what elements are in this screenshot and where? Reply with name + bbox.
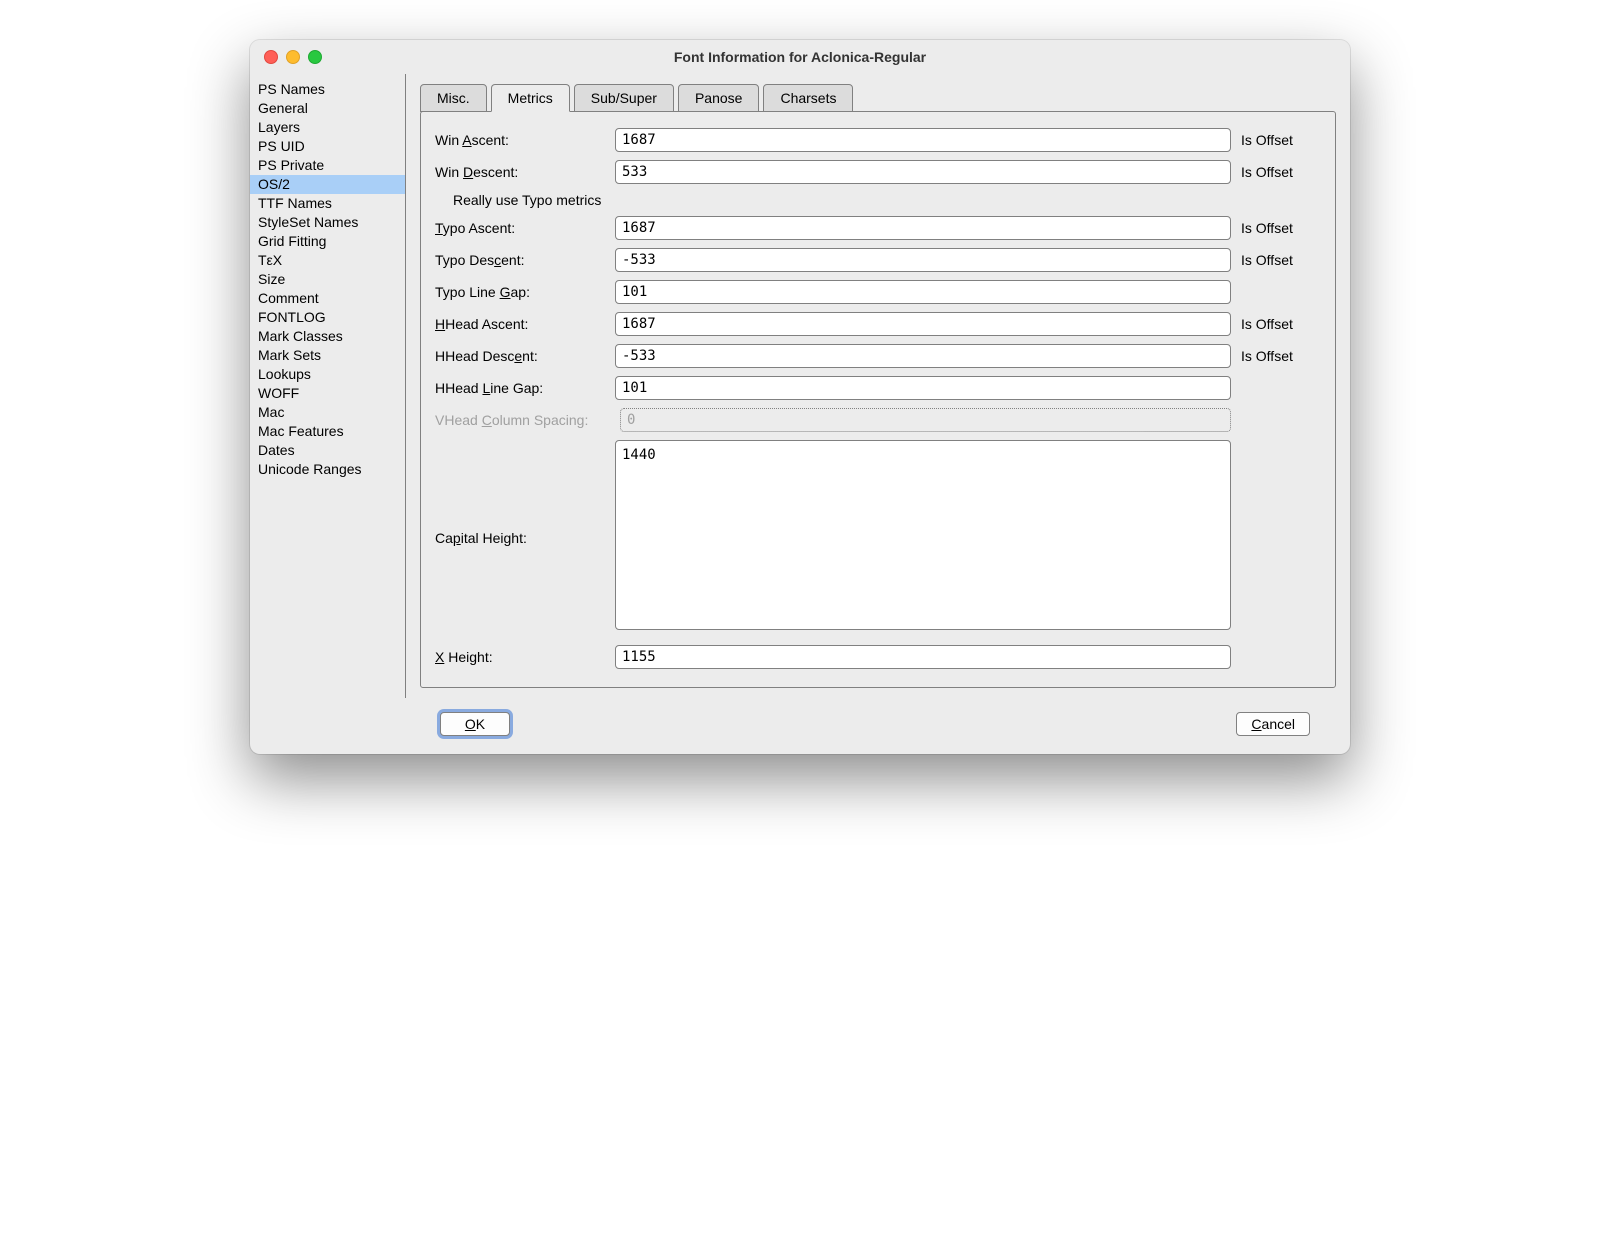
suffix-win-ascent[interactable]: Is Offset (1231, 132, 1321, 148)
footer: OK Cancel (250, 698, 1350, 754)
tab-sub-super[interactable]: Sub/Super (574, 84, 674, 112)
input-hhead-descent[interactable] (615, 344, 1231, 368)
sidebar-item-mark-sets[interactable]: Mark Sets (250, 346, 405, 365)
minimize-icon[interactable] (286, 50, 300, 64)
input-vhead-column-spacing (620, 408, 1231, 432)
sidebar-item-lookups[interactable]: Lookups (250, 365, 405, 384)
input-win-ascent[interactable] (615, 128, 1231, 152)
titlebar: Font Information for Aclonica-Regular (250, 40, 1350, 74)
sidebar-item-layers[interactable]: Layers (250, 118, 405, 137)
sidebar-item-comment[interactable]: Comment (250, 289, 405, 308)
input-hhead-ascent[interactable] (615, 312, 1231, 336)
label-vhead-column-spacing: VHead Column Spacing: (435, 412, 620, 428)
label-win-ascent: Win Ascent: (435, 132, 615, 148)
row-win-ascent: Win Ascent: Is Offset (435, 128, 1321, 152)
input-hhead-line-gap[interactable] (615, 376, 1231, 400)
input-typo-ascent[interactable] (615, 216, 1231, 240)
input-typo-descent[interactable] (615, 248, 1231, 272)
row-x-height: X Height: (435, 645, 1321, 669)
sidebar-item-styleset-names[interactable]: StyleSet Names (250, 213, 405, 232)
sidebar-item-general[interactable]: General (250, 99, 405, 118)
label-hhead-line-gap: HHead Line Gap: (435, 380, 615, 396)
suffix-win-descent[interactable]: Is Offset (1231, 164, 1321, 180)
sidebar: PS NamesGeneralLayersPS UIDPS PrivateOS/… (250, 74, 406, 698)
input-x-height[interactable] (615, 645, 1231, 669)
label-capital-height: Capital Height: (435, 440, 615, 635)
row-hhead-ascent: HHead Ascent: Is Offset (435, 312, 1321, 336)
sidebar-item-dates[interactable]: Dates (250, 441, 405, 460)
metrics-panel: Win Ascent: Is Offset Win Descent: Is Of… (420, 111, 1336, 688)
input-typo-line-gap[interactable] (615, 280, 1231, 304)
sidebar-item-grid-fitting[interactable]: Grid Fitting (250, 232, 405, 251)
sidebar-item-mark-classes[interactable]: Mark Classes (250, 327, 405, 346)
tab-panose[interactable]: Panose (678, 84, 759, 112)
label-typo-descent: Typo Descent: (435, 252, 615, 268)
sidebar-item-size[interactable]: Size (250, 270, 405, 289)
row-really-use-typo: Really use Typo metrics (435, 192, 1321, 208)
row-typo-descent: Typo Descent: Is Offset (435, 248, 1321, 272)
suffix-hhead-ascent[interactable]: Is Offset (1231, 316, 1321, 332)
window-controls (250, 50, 322, 64)
sidebar-item-unicode-ranges[interactable]: Unicode Ranges (250, 460, 405, 479)
row-typo-line-gap: Typo Line Gap: (435, 280, 1321, 304)
row-win-descent: Win Descent: Is Offset (435, 160, 1321, 184)
sidebar-item-mac-features[interactable]: Mac Features (250, 422, 405, 441)
row-hhead-descent: HHead Descent: Is Offset (435, 344, 1321, 368)
sidebar-item-ps-private[interactable]: PS Private (250, 156, 405, 175)
sidebar-item-mac[interactable]: Mac (250, 403, 405, 422)
close-icon[interactable] (264, 50, 278, 64)
row-vhead-column-spacing: VHead Column Spacing: (435, 408, 1321, 432)
sidebar-item-fontlog[interactable]: FONTLOG (250, 308, 405, 327)
sidebar-item-woff[interactable]: WOFF (250, 384, 405, 403)
label-win-descent: Win Descent: (435, 164, 615, 180)
sidebar-item-os-2[interactable]: OS/2 (250, 175, 405, 194)
label-hhead-ascent: HHead Ascent: (435, 316, 615, 332)
suffix-hhead-descent[interactable]: Is Offset (1231, 348, 1321, 364)
tab-charsets[interactable]: Charsets (763, 84, 853, 112)
label-hhead-descent: HHead Descent: (435, 348, 615, 364)
window-title: Font Information for Aclonica-Regular (250, 49, 1350, 65)
suffix-typo-descent[interactable]: Is Offset (1231, 252, 1321, 268)
dialog-window: Font Information for Aclonica-Regular PS… (250, 40, 1350, 754)
sidebar-item-t-x[interactable]: TεX (250, 251, 405, 270)
label-really-use-typo[interactable]: Really use Typo metrics (435, 192, 601, 208)
input-capital-height[interactable] (615, 440, 1231, 630)
suffix-typo-ascent[interactable]: Is Offset (1231, 220, 1321, 236)
main-panel: Misc.MetricsSub/SuperPanoseCharsets Win … (406, 74, 1350, 698)
zoom-icon[interactable] (308, 50, 322, 64)
label-typo-line-gap: Typo Line Gap: (435, 284, 615, 300)
label-typo-ascent: Typo Ascent: (435, 220, 615, 236)
input-win-descent[interactable] (615, 160, 1231, 184)
tab-misc-[interactable]: Misc. (420, 84, 487, 112)
row-hhead-line-gap: HHead Line Gap: (435, 376, 1321, 400)
row-capital-height: Capital Height: (435, 440, 1321, 635)
tab-metrics[interactable]: Metrics (491, 84, 570, 112)
sidebar-item-ttf-names[interactable]: TTF Names (250, 194, 405, 213)
sidebar-item-ps-names[interactable]: PS Names (250, 80, 405, 99)
row-typo-ascent: Typo Ascent: Is Offset (435, 216, 1321, 240)
label-x-height: X Height: (435, 649, 615, 665)
ok-button[interactable]: OK (440, 712, 510, 736)
tab-bar: Misc.MetricsSub/SuperPanoseCharsets (420, 84, 1336, 112)
sidebar-item-ps-uid[interactable]: PS UID (250, 137, 405, 156)
cancel-button[interactable]: Cancel (1236, 712, 1310, 736)
